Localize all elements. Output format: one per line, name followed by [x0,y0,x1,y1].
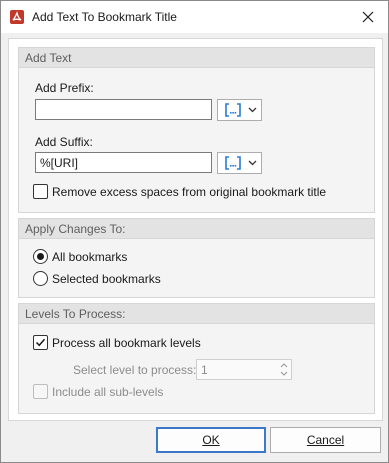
remove-spaces-option[interactable]: Remove excess spaces from original bookm… [33,184,326,199]
add-prefix-input[interactable] [35,99,212,120]
selected-bookmarks-label: Selected bookmarks [52,271,161,286]
close-icon [362,11,374,23]
add-text-group: Add Text Add Prefix: Add Suffix: %[URI] … [18,47,375,213]
remove-spaces-label: Remove excess spaces from original bookm… [52,184,327,199]
apply-changes-group: Apply Changes To: All bookmarks Selected… [18,218,375,298]
remove-spaces-checkbox[interactable] [33,184,48,199]
select-level-spinner: 1 [196,359,292,380]
all-bookmarks-radio[interactable] [33,249,48,264]
window-title: Add Text To Bookmark Title [32,10,177,24]
prefix-macro-button[interactable] [217,99,262,121]
content-panel: Add Text Add Prefix: Add Suffix: %[URI] … [8,38,383,421]
include-sublevels-label: Include all sub-levels [52,384,164,399]
pdf-app-icon [10,10,24,24]
insert-macro-icon [225,103,241,117]
close-button[interactable] [348,1,388,33]
include-sublevels-option: Include all sub-levels [33,384,163,399]
cancel-button-label: Cancel [306,433,345,447]
insert-macro-icon [225,156,241,170]
selected-bookmarks-radio[interactable] [33,271,48,286]
apply-changes-group-title: Apply Changes To: [25,222,126,236]
add-suffix-input[interactable] [35,152,212,173]
ok-button-label: OK [202,433,220,447]
title-bar[interactable]: Add Text To Bookmark Title [1,1,388,33]
add-prefix-label: Add Prefix: [35,81,94,95]
spinner-arrows-icon [280,363,288,376]
select-level-label: Select level to process: [73,363,197,377]
levels-group-header: Levels To Process: [19,304,374,324]
process-all-levels-label: Process all bookmark levels [52,335,201,350]
chevron-down-icon [248,107,257,113]
add-text-group-title: Add Text [25,51,72,65]
apply-changes-group-header: Apply Changes To: [19,219,374,239]
levels-group-title: Levels To Process: [25,307,126,321]
add-text-to-bookmark-dialog: Add Text To Bookmark Title Add Text Add … [0,0,389,463]
all-bookmarks-label: All bookmarks [52,249,128,264]
process-all-levels-option[interactable]: Process all bookmark levels [33,335,201,350]
process-all-levels-checkbox[interactable] [33,335,48,350]
ok-button[interactable]: OK [156,427,266,453]
include-sublevels-checkbox [33,384,48,399]
chevron-down-icon [248,160,257,166]
selected-bookmarks-option[interactable]: Selected bookmarks [33,271,161,286]
all-bookmarks-option[interactable]: All bookmarks [33,249,127,264]
select-level-value: 1 [201,363,208,377]
add-text-group-header: Add Text [19,48,374,68]
checkmark-icon [35,338,46,347]
add-suffix-label: Add Suffix: [35,135,93,149]
levels-group: Levels To Process: Process all bookmark … [18,303,375,414]
cancel-button[interactable]: Cancel [270,427,381,453]
suffix-macro-button[interactable] [217,152,262,174]
